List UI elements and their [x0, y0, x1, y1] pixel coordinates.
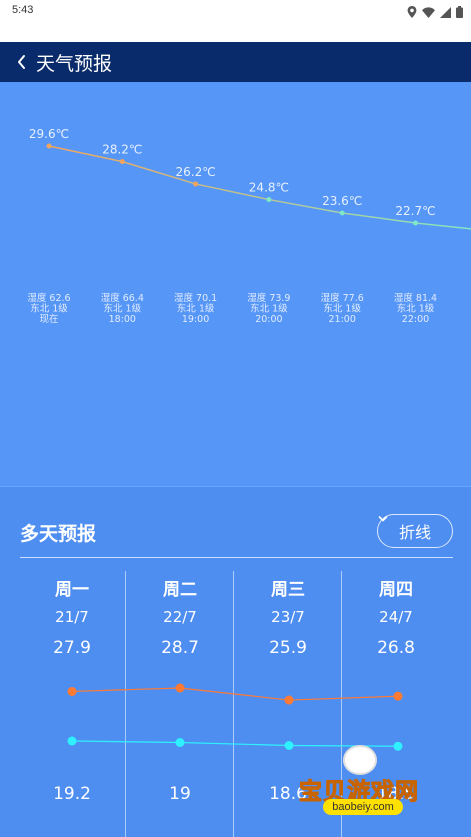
hourly-temperature-chart: 29.6℃湿度 62.6东北 1级现在28.2℃湿度 66.4东北 1级18:0…	[27, 127, 471, 325]
hourly-temp-point	[46, 143, 52, 149]
hourly-temp-point	[119, 159, 125, 165]
status-icons	[407, 3, 463, 22]
hourly-time: 20:00	[255, 314, 282, 325]
hourly-wind: 东北 1级	[177, 303, 215, 315]
hourly-temp-point	[413, 220, 418, 226]
hourly-time: 21:00	[329, 314, 356, 325]
hourly-time: 现在	[39, 313, 58, 325]
hourly-humidity: 湿度 70.1	[174, 292, 217, 304]
mascot-icon	[343, 745, 377, 775]
hourly-humidity: 湿度 77.6	[321, 292, 364, 304]
signal-icon	[440, 3, 451, 22]
hourly-humidity: 湿度 73.9	[247, 292, 290, 304]
hourly-time: 19:00	[182, 314, 209, 325]
high-temp-point	[67, 686, 77, 696]
hourly-humidity: 湿度 81.4	[394, 292, 437, 304]
hourly-wind: 东北 1级	[104, 303, 142, 315]
watermark-url: baobeiy.com	[323, 799, 403, 815]
location-icon	[407, 3, 417, 22]
hourly-forecast[interactable]: 29.6℃ 湿度 62.6 东北 1级 现在 28.2℃ 湿度 66.4 东北 1级 18:0…	[0, 82, 471, 486]
hourly-wind: 东北 1级	[397, 303, 435, 315]
site-watermark: 宝贝游戏网 baobeiy.com	[295, 745, 445, 820]
hourly-temp-point	[193, 181, 199, 187]
high-temp-point	[393, 691, 403, 701]
back-icon[interactable]	[6, 42, 36, 82]
hourly-temp-label: 23.6℃	[322, 194, 362, 208]
hourly-wind: 东北 1级	[250, 303, 288, 315]
hourly-temp-point	[339, 210, 345, 216]
hourly-temp-point	[266, 197, 272, 203]
wifi-icon	[422, 3, 435, 22]
hourly-humidity: 湿度 62.6	[27, 292, 70, 304]
hourly-temp-label: 24.8℃	[249, 181, 289, 195]
status-bar: 5:43	[0, 0, 471, 42]
low-temp-point	[67, 736, 77, 746]
hourly-temp-label: 26.2℃	[175, 165, 215, 179]
low-temp-point	[175, 738, 185, 747]
high-temp-point	[284, 695, 294, 705]
hourly-humidity: 湿度 66.4	[101, 292, 144, 304]
app-bar: 天气预报	[0, 42, 471, 82]
low-temp-point	[284, 741, 294, 750]
hourly-temp-label: 22.7℃	[395, 204, 435, 218]
high-temp-point	[175, 683, 185, 693]
hourly-wind: 东北 1级	[323, 303, 361, 315]
hourly-time: 18:00	[109, 314, 136, 325]
hourly-time: 22:00	[402, 314, 429, 325]
hourly-temp-label: 28.2℃	[102, 143, 142, 157]
hourly-wind: 东北 1级	[30, 303, 68, 315]
battery-icon	[456, 3, 463, 22]
status-time: 5:43	[12, 4, 34, 16]
high-temp-line	[71, 687, 399, 701]
hourly-temp-label: 29.6℃	[29, 127, 69, 141]
page-title: 天气预报	[36, 52, 113, 75]
